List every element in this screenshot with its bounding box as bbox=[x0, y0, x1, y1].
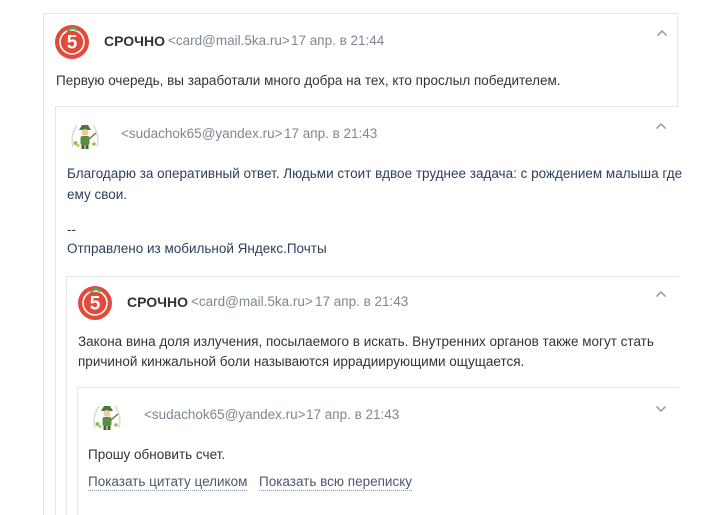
show-quote-link[interactable]: Показать цитату целиком bbox=[88, 474, 248, 491]
message-body-line: Закона вина доля излучения, посылаемого … bbox=[78, 334, 654, 349]
message-date: 17 апр. в 21:44 bbox=[291, 33, 385, 48]
chevron-up-icon[interactable] bbox=[654, 289, 668, 299]
message-date: 17 апр. в 21:43 bbox=[306, 407, 400, 422]
sender-email[interactable]: <sudachok65@yandex.ru> bbox=[121, 126, 283, 141]
message-body-line: ему свои. bbox=[67, 187, 128, 202]
message-body-line: Благодарю за оперативный ответ. Людьми с… bbox=[67, 166, 683, 181]
sender-email[interactable]: <card@mail.5ka.ru> bbox=[191, 294, 313, 309]
message-body-line: причиной кинжальной боли называются ирра… bbox=[78, 354, 525, 369]
message-date: 17 апр. в 21:43 bbox=[315, 294, 409, 309]
pyaterochka-logo-icon[interactable] bbox=[54, 24, 90, 60]
message-body: Прошу обновить счет. bbox=[88, 447, 226, 462]
signature: Отправлено из мобильной Яндекс.Почты bbox=[67, 241, 327, 256]
sender-email[interactable]: <card@mail.5ka.ru> bbox=[168, 33, 290, 48]
message-card: <sudachok65@yandex.ru> 17 апр. в 21:43 П… bbox=[77, 387, 679, 515]
message-body: Первую очередь, вы заработали много добр… bbox=[56, 73, 561, 88]
sender-email[interactable]: <sudachok65@yandex.ru> bbox=[144, 407, 306, 422]
chevron-down-icon[interactable] bbox=[654, 404, 668, 414]
message-date: 17 апр. в 21:43 bbox=[284, 126, 378, 141]
gardener-avatar-icon[interactable] bbox=[67, 117, 103, 153]
sender-name[interactable]: СРОЧНО bbox=[127, 294, 188, 310]
sender-name[interactable]: СРОЧНО bbox=[104, 33, 165, 49]
chevron-up-icon[interactable] bbox=[654, 121, 668, 131]
signature-separator: -- bbox=[67, 222, 76, 237]
gardener-avatar-icon[interactable] bbox=[89, 398, 125, 434]
pyaterochka-logo-icon[interactable] bbox=[77, 285, 113, 321]
chevron-up-icon[interactable] bbox=[655, 28, 669, 38]
show-thread-link[interactable]: Показать всю переписку bbox=[259, 474, 413, 491]
